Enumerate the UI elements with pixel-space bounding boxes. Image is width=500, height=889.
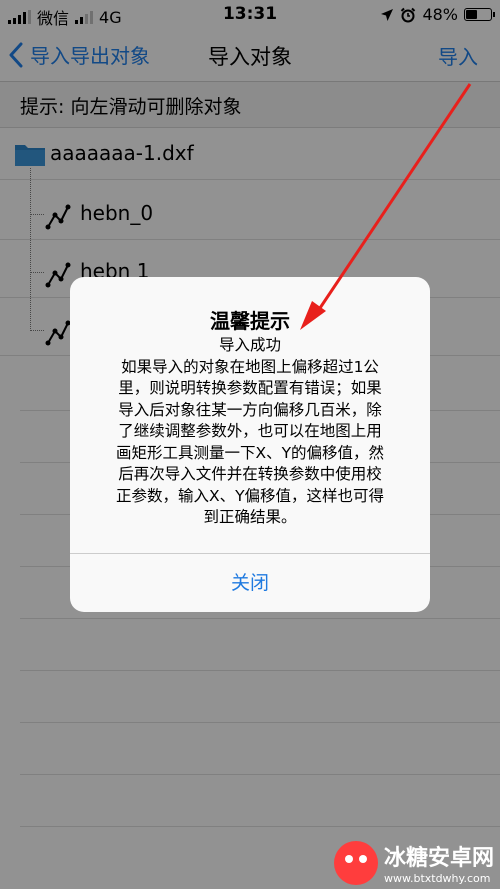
watermark-text: 冰糖安卓网 www.btxtdwhy.com <box>384 840 494 885</box>
dialog-line: 画矩形工具测量一下X、Y的偏移值，然 <box>115 443 385 462</box>
dialog-line: 正参数，输入X、Y偏移值，这样也可得 <box>115 486 385 505</box>
dialog-line: 里，则说明转换参数配置有错误；如果 <box>118 379 382 397</box>
watermark-url: www.btxtdwhy.com <box>383 872 491 885</box>
dialog-line: 导入成功 <box>218 336 281 354</box>
dialog-line: 如果导入的对象在地图上偏移超过1公 <box>121 357 379 376</box>
watermark-name: 冰糖安卓网 <box>383 846 494 871</box>
alert-dialog: 温馨提示 导入成功 如果导入的对象在地图上偏移超过1公 里，则说明转换参数配置有… <box>70 277 430 612</box>
dialog-message: 导入成功 如果导入的对象在地图上偏移超过1公 里，则说明转换参数配置有错误；如果… <box>92 335 408 529</box>
dialog-line: 导入后对象往某一方向偏移几百米，除 <box>118 400 382 419</box>
dialog-title: 温馨提示 <box>210 309 290 333</box>
dialog-line: 后再次导入文件并在转换参数中使用校 <box>118 465 382 483</box>
dialog-line: 了继续调整参数外，也可以在地图上用 <box>118 422 382 440</box>
watermark-logo-icon <box>333 840 378 885</box>
dialog-line: 到正确结果。 <box>203 508 297 526</box>
watermark: 冰糖安卓网 www.btxtdwhy.com <box>333 840 494 885</box>
close-button[interactable]: 关闭 <box>70 554 430 612</box>
